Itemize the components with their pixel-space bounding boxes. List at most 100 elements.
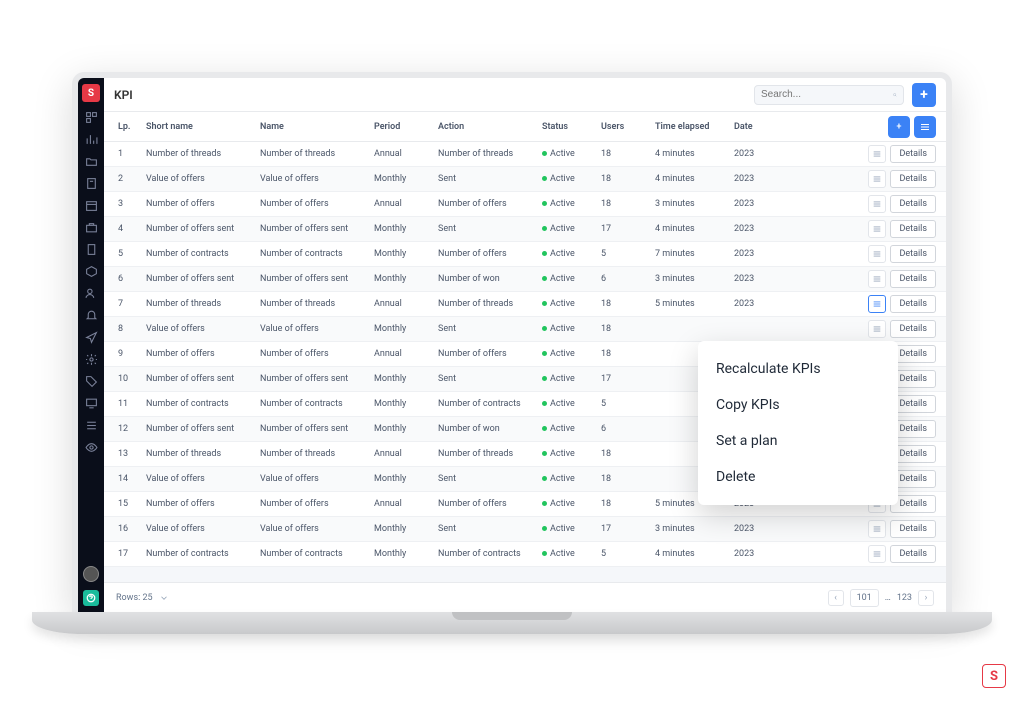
nav-gear-icon[interactable] bbox=[84, 352, 98, 366]
nav-receipt-icon[interactable] bbox=[84, 242, 98, 256]
menu-delete[interactable]: Delete bbox=[698, 459, 898, 495]
details-button[interactable]: Details bbox=[890, 145, 936, 163]
search-box[interactable] bbox=[754, 85, 904, 105]
col-lp[interactable]: Lp. bbox=[114, 122, 142, 132]
details-button[interactable]: Details bbox=[890, 220, 936, 238]
cell-short-name: Number of contracts bbox=[146, 249, 256, 259]
nav-users-icon[interactable] bbox=[84, 286, 98, 300]
col-name[interactable]: Name bbox=[260, 122, 370, 132]
cell-action: Sent bbox=[438, 474, 538, 484]
nav-tag-icon[interactable] bbox=[84, 374, 98, 388]
cell-date: 2023 bbox=[734, 549, 789, 559]
cell-name: Number of offers bbox=[260, 349, 370, 359]
row-menu-button[interactable] bbox=[868, 270, 886, 288]
nav-eye-icon[interactable] bbox=[84, 440, 98, 454]
nav-list-icon[interactable] bbox=[84, 418, 98, 432]
view-options-button[interactable] bbox=[914, 116, 936, 138]
details-button[interactable]: Details bbox=[890, 270, 936, 288]
cell-period: Annual bbox=[374, 349, 434, 359]
nav-chart-icon[interactable] bbox=[84, 132, 98, 146]
table-row[interactable]: 3Number of offersNumber of offersAnnualN… bbox=[104, 192, 946, 217]
col-action[interactable]: Action bbox=[438, 122, 538, 132]
rows-per-page[interactable]: Rows: 25 bbox=[116, 593, 153, 603]
table-row[interactable]: 4Number of offers sentNumber of offers s… bbox=[104, 217, 946, 242]
details-button[interactable]: Details bbox=[890, 195, 936, 213]
cell-short-name: Number of threads bbox=[146, 149, 256, 159]
row-menu-button[interactable] bbox=[868, 245, 886, 263]
search-input[interactable] bbox=[761, 89, 893, 100]
cell-status: Active bbox=[542, 324, 597, 334]
row-menu-button[interactable] bbox=[868, 295, 886, 313]
app-window: S KPI bbox=[72, 72, 952, 612]
menu-recalculate[interactable]: Recalculate KPIs bbox=[698, 351, 898, 387]
table-row[interactable]: 6Number of offers sentNumber of offers s… bbox=[104, 267, 946, 292]
row-menu-button[interactable] bbox=[868, 170, 886, 188]
page-title: KPI bbox=[114, 88, 133, 102]
cell-lp: 5 bbox=[114, 249, 142, 259]
row-menu-button[interactable] bbox=[868, 520, 886, 538]
help-icon[interactable] bbox=[83, 590, 99, 606]
row-menu-button[interactable] bbox=[868, 195, 886, 213]
col-short-name[interactable]: Short name bbox=[146, 122, 256, 132]
cell-status: Active bbox=[542, 374, 597, 384]
cell-short-name: Number of offers sent bbox=[146, 224, 256, 234]
details-button[interactable]: Details bbox=[890, 320, 936, 338]
table-row[interactable]: 7Number of threadsNumber of threadsAnnua… bbox=[104, 292, 946, 317]
col-period[interactable]: Period bbox=[374, 122, 434, 132]
cell-action: Number of offers bbox=[438, 499, 538, 509]
nav-dashboard-icon[interactable] bbox=[84, 110, 98, 124]
details-button[interactable]: Details bbox=[890, 545, 936, 563]
details-button[interactable]: Details bbox=[890, 245, 936, 263]
details-button[interactable]: Details bbox=[890, 170, 936, 188]
page-current[interactable]: 101 bbox=[850, 589, 879, 607]
nav-folder-icon[interactable] bbox=[84, 154, 98, 168]
add-row-button[interactable]: + bbox=[888, 116, 910, 138]
nav-briefcase-icon[interactable] bbox=[84, 220, 98, 234]
cell-name: Number of offers sent bbox=[260, 374, 370, 384]
nav-send-icon[interactable] bbox=[84, 330, 98, 344]
cell-name: Number of contracts bbox=[260, 549, 370, 559]
col-time-elapsed[interactable]: Time elapsed bbox=[655, 122, 730, 132]
cell-period: Annual bbox=[374, 199, 434, 209]
cell-time-elapsed: 4 minutes bbox=[655, 549, 730, 559]
cell-status: Active bbox=[542, 149, 597, 159]
prev-page-button[interactable]: ‹ bbox=[828, 590, 844, 606]
laptop-base bbox=[32, 612, 992, 634]
details-button[interactable]: Details bbox=[890, 520, 936, 538]
row-menu-button[interactable] bbox=[868, 320, 886, 338]
nav-doc-icon[interactable] bbox=[84, 176, 98, 190]
details-button[interactable]: Details bbox=[890, 295, 936, 313]
cell-time-elapsed: 4 minutes bbox=[655, 174, 730, 184]
table-row[interactable]: 1Number of threadsNumber of threadsAnnua… bbox=[104, 142, 946, 167]
app-logo[interactable]: S bbox=[82, 84, 100, 102]
table-row[interactable]: 17Number of contractsNumber of contracts… bbox=[104, 542, 946, 567]
cell-short-name: Value of offers bbox=[146, 474, 256, 484]
row-menu-button[interactable] bbox=[868, 545, 886, 563]
col-date[interactable]: Date bbox=[734, 122, 789, 132]
menu-copy[interactable]: Copy KPIs bbox=[698, 387, 898, 423]
table-row[interactable]: 2Value of offersValue of offersMonthlySe… bbox=[104, 167, 946, 192]
nav-monitor-icon[interactable] bbox=[84, 396, 98, 410]
user-avatar[interactable] bbox=[83, 566, 99, 582]
row-menu-button[interactable] bbox=[868, 145, 886, 163]
chevron-down-icon[interactable] bbox=[159, 593, 169, 603]
nav-bell-icon[interactable] bbox=[84, 308, 98, 322]
cell-date: 2023 bbox=[734, 274, 789, 284]
page-last[interactable]: 123 bbox=[897, 593, 912, 603]
table-row[interactable]: 5Number of contractsNumber of contractsM… bbox=[104, 242, 946, 267]
cell-period: Annual bbox=[374, 449, 434, 459]
add-button[interactable]: + bbox=[912, 83, 936, 107]
col-status[interactable]: Status bbox=[542, 122, 597, 132]
cell-short-name: Value of offers bbox=[146, 524, 256, 534]
row-menu-button[interactable] bbox=[868, 220, 886, 238]
col-users[interactable]: Users bbox=[601, 122, 651, 132]
cell-action: Sent bbox=[438, 524, 538, 534]
table-row[interactable]: 8Value of offersValue of offersMonthlySe… bbox=[104, 317, 946, 342]
table-row[interactable]: 16Value of offersValue of offersMonthlyS… bbox=[104, 517, 946, 542]
nav-calendar-icon[interactable] bbox=[84, 198, 98, 212]
next-page-button[interactable]: › bbox=[918, 590, 934, 606]
nav-box-icon[interactable] bbox=[84, 264, 98, 278]
menu-set-plan[interactable]: Set a plan bbox=[698, 423, 898, 459]
cell-period: Monthly bbox=[374, 274, 434, 284]
cell-action: Number of threads bbox=[438, 449, 538, 459]
